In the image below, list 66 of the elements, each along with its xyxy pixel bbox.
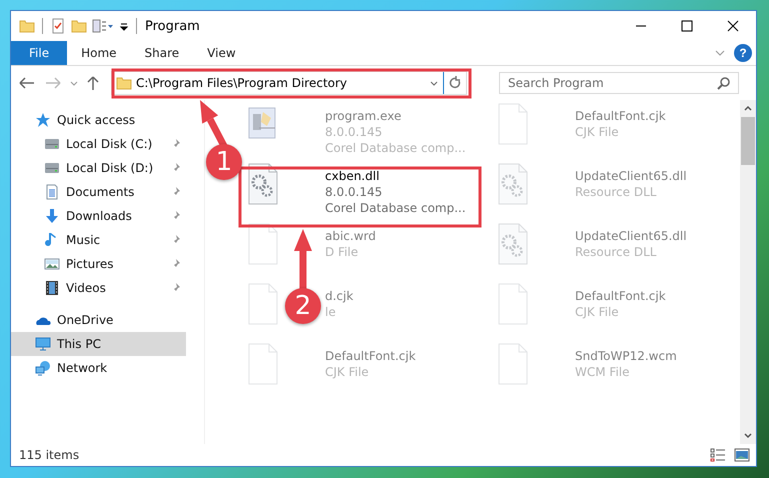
sidebar-item[interactable]: Pictures xyxy=(11,252,186,276)
refresh-icon[interactable] xyxy=(448,75,462,91)
file-name[interactable]: cxben.dll xyxy=(325,168,466,184)
up-arrow-icon[interactable] xyxy=(85,75,101,91)
file-name[interactable]: DefaultFont.cjk xyxy=(575,108,666,124)
sidebar-item[interactable]: Documents xyxy=(11,180,186,204)
file-name[interactable]: UpdateClient65.dll xyxy=(575,228,687,244)
help-button[interactable]: ? xyxy=(734,44,752,62)
window-title: Program xyxy=(145,18,201,34)
file-detail: CJK File xyxy=(575,124,620,140)
sidebar-item[interactable]: Downloads xyxy=(11,204,186,228)
ribbon-tab[interactable]: Home xyxy=(67,41,131,65)
scrollbar-thumb[interactable] xyxy=(741,117,755,165)
scroll-up-icon[interactable] xyxy=(743,103,753,113)
star-icon xyxy=(35,112,51,128)
file-detail: Resource DLL xyxy=(575,184,658,200)
back-arrow-icon[interactable] xyxy=(17,75,37,91)
folder-icon xyxy=(116,75,132,91)
address-bar[interactable]: C:\Program Files\Program Directory xyxy=(111,71,467,95)
file-detail: Resource DLL xyxy=(575,244,658,260)
sidebar-item[interactable]: Quick access xyxy=(11,108,186,132)
file-detail: 8.0.0.145 xyxy=(325,184,384,200)
item-count: 115 items xyxy=(19,448,80,462)
search-field[interactable]: Search Program xyxy=(499,72,739,94)
sidebar-item[interactable]: Local Disk (D:) xyxy=(11,156,186,180)
file-detail: Corel Database comp... xyxy=(325,200,466,216)
drive-icon xyxy=(44,160,60,176)
file-detail: le xyxy=(325,304,337,320)
picture-icon xyxy=(44,256,60,272)
sidebar-item[interactable]: Videos xyxy=(11,276,186,300)
file-name[interactable]: abic.wrd xyxy=(325,228,376,244)
monitor-icon xyxy=(35,336,51,352)
sidebar-item[interactable]: Network xyxy=(11,356,186,380)
sidebar-item[interactable]: This PC xyxy=(11,332,186,356)
file-detail: D File xyxy=(325,244,360,260)
large-icons-view-icon[interactable] xyxy=(734,448,750,462)
file-name[interactable]: DefaultFont.cjk xyxy=(325,348,416,364)
address-path: C:\Program Files\Program Directory xyxy=(136,76,348,90)
search-icon[interactable] xyxy=(717,76,731,90)
document-icon xyxy=(44,184,60,200)
file-name[interactable]: program.exe xyxy=(325,108,466,124)
download-arrow-icon xyxy=(44,208,60,224)
file-name[interactable]: UpdateClient65.dll xyxy=(575,168,687,184)
file-name[interactable]: d.cjk xyxy=(325,288,354,304)
file-detail: CJK File xyxy=(575,304,620,320)
ribbon-tab[interactable]: Share xyxy=(130,41,194,65)
sidebar-item[interactable]: OneDrive xyxy=(11,308,186,332)
scrollbar[interactable] xyxy=(740,100,756,444)
drive-icon xyxy=(44,136,60,152)
checklist-icon[interactable] xyxy=(50,18,66,34)
pointer-arrow xyxy=(294,229,312,290)
file-detail: CJK File xyxy=(325,364,370,380)
view-options-icon[interactable] xyxy=(92,18,114,34)
sidebar-item[interactable]: Local Disk (C:) xyxy=(11,132,186,156)
file-name[interactable]: DefaultFont.cjk xyxy=(575,288,666,304)
ribbon-tab[interactable]: View xyxy=(193,41,250,65)
film-icon xyxy=(44,280,60,296)
file-detail: WCM File xyxy=(575,364,630,380)
sidebar-item[interactable]: Music xyxy=(11,228,186,252)
details-view-icon[interactable] xyxy=(710,448,726,462)
network-icon xyxy=(35,360,51,376)
ribbon-tab[interactable]: File xyxy=(11,41,68,65)
scroll-down-icon[interactable] xyxy=(743,431,753,441)
file-detail: Corel Database comp... xyxy=(325,140,466,156)
file-detail: 8.0.0.145 xyxy=(325,124,384,140)
file-name[interactable]: SndToWP12.wcm xyxy=(575,348,677,364)
